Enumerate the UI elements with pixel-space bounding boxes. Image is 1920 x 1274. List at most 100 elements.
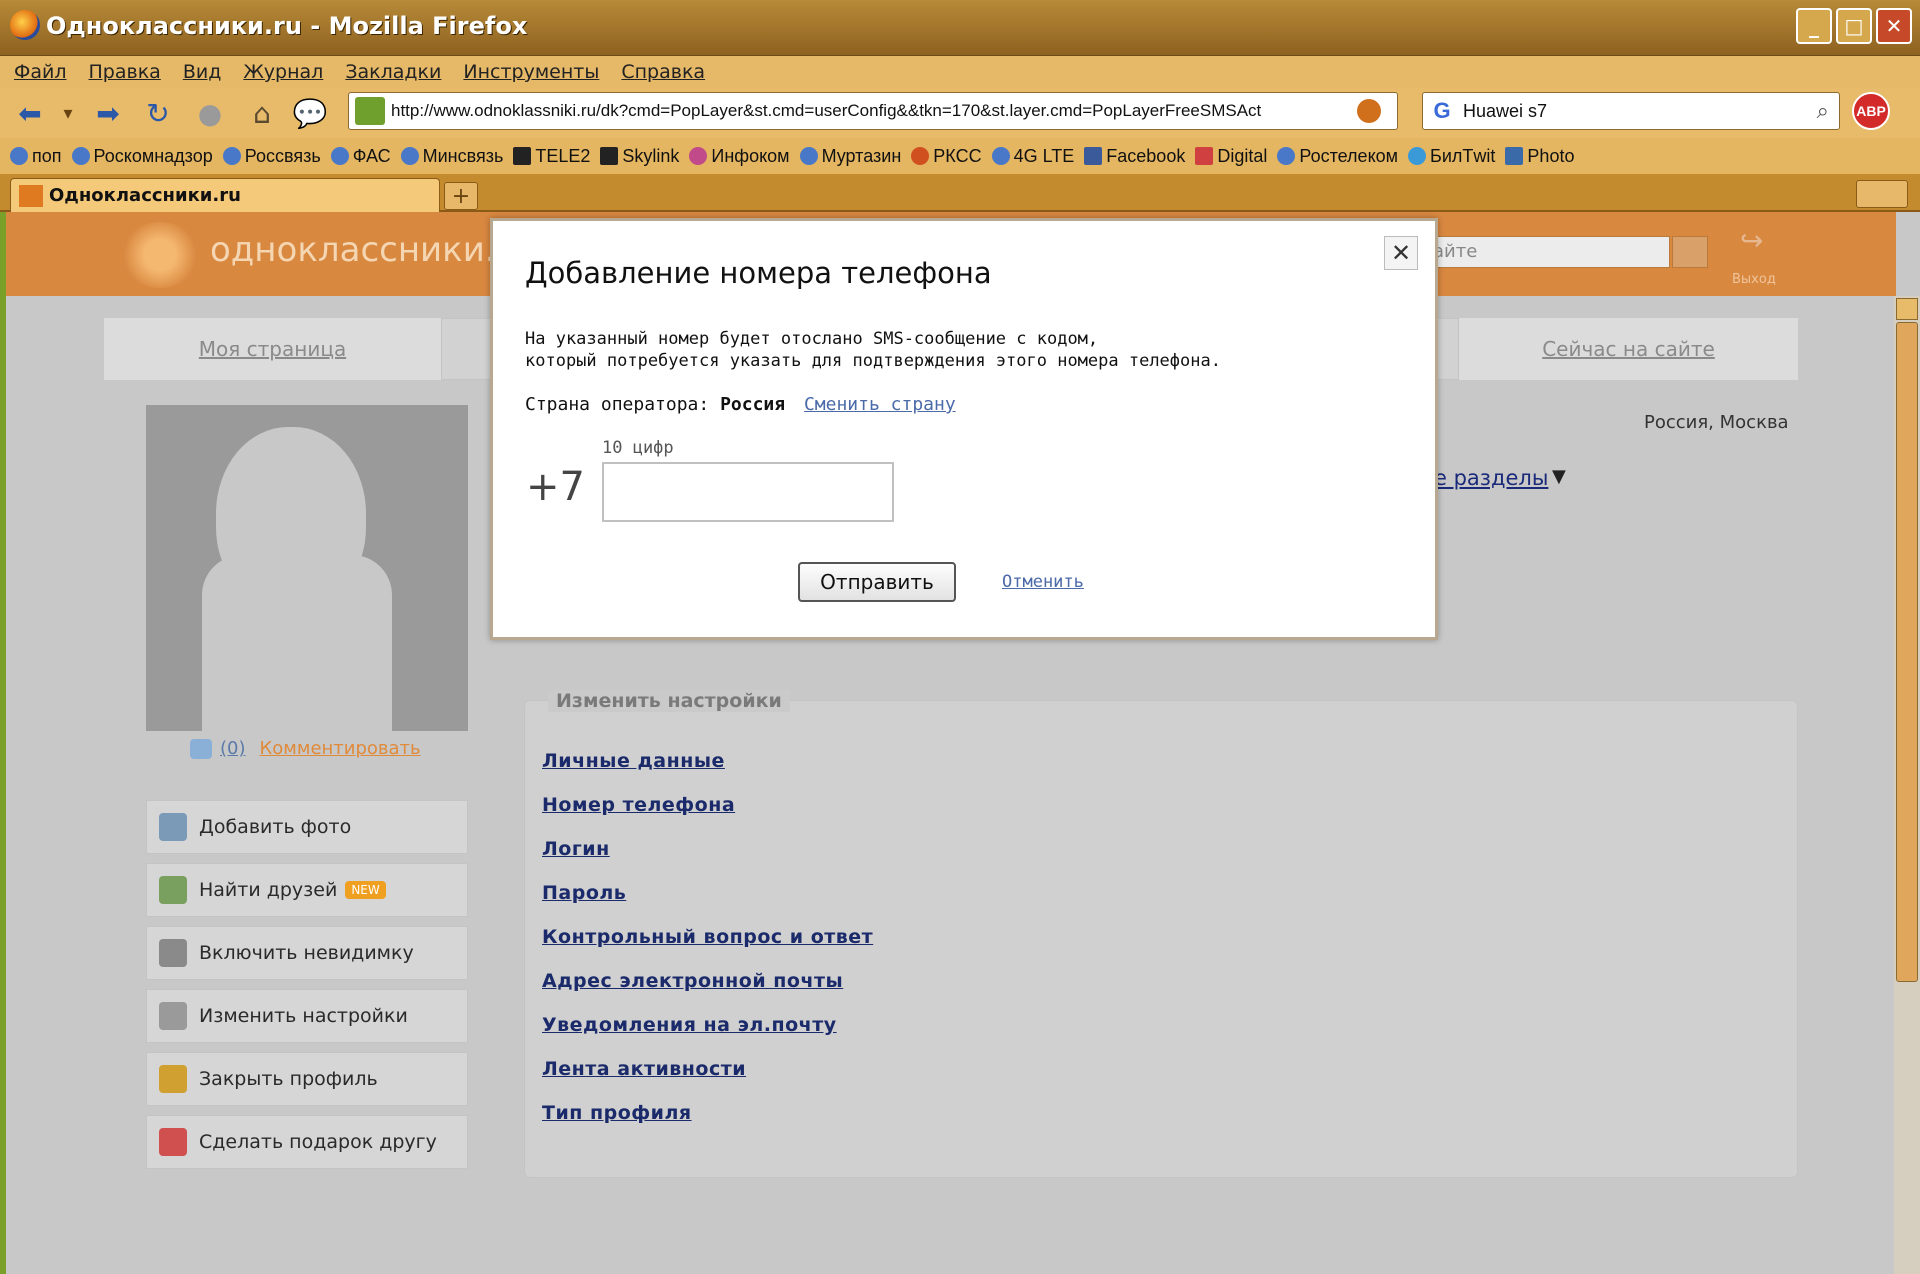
bookmark-item[interactable]: 4G LTE	[991, 146, 1074, 167]
close-profile-button[interactable]: Закрыть профиль	[146, 1052, 468, 1106]
bookmark-item[interactable]: БилТwit	[1408, 146, 1495, 167]
menu-edit[interactable]: Правка	[89, 61, 161, 83]
find-friends-button[interactable]: Найти друзей NEW	[146, 863, 468, 917]
site-logo-text[interactable]: одноклассники.ru	[210, 230, 531, 270]
tab-list-button[interactable]	[1856, 180, 1908, 208]
menu-help[interactable]: Справка	[621, 61, 705, 83]
tab-online-now-label[interactable]: Сейчас на сайте	[1542, 337, 1715, 361]
google-icon[interactable]: G	[1427, 96, 1457, 126]
bookmark-item[interactable]: Photo	[1505, 146, 1574, 167]
search-query[interactable]: Huawei s7	[1463, 101, 1547, 122]
bookmark-item[interactable]: РКСС	[911, 146, 982, 167]
send-gift-button[interactable]: Сделать подарок другу	[146, 1115, 468, 1169]
wrench-icon	[159, 1002, 187, 1030]
menu-file[interactable]: Файл	[14, 61, 67, 83]
search-go-icon[interactable]: ⌕	[1817, 99, 1829, 124]
menu-bar: Файл Правка Вид Журнал Закладки Инструме…	[0, 56, 1920, 88]
minimize-button[interactable]: _	[1796, 8, 1832, 44]
settings-link-security-question[interactable]: Контрольный вопрос и ответ	[542, 926, 873, 970]
bookmark-item[interactable]: Россвязь	[222, 146, 321, 167]
address-bar[interactable]: http://www.odnoklassniki.ru/dk?cmd=PopLa…	[348, 92, 1398, 130]
adblock-plus-icon[interactable]: ABP	[1852, 92, 1890, 130]
dialog-close-icon[interactable]: ✕	[1384, 236, 1418, 270]
bookmark-item[interactable]: ФАС	[330, 146, 391, 167]
home-icon[interactable]: ⌂	[244, 96, 280, 130]
address-url[interactable]: http://www.odnoklassniki.ru/dk?cmd=PopLa…	[391, 101, 1351, 121]
sections-dropdown-arrow[interactable]: ▼	[1552, 466, 1566, 487]
maximize-button[interactable]: □	[1836, 8, 1872, 44]
tab-title: Одноклассники.ru	[49, 185, 241, 206]
phone-number-input[interactable]	[602, 462, 894, 522]
site-search-button[interactable]	[1672, 236, 1708, 268]
bookmark-item[interactable]: Facebook	[1084, 146, 1185, 167]
bookmark-item[interactable]: Digital	[1195, 146, 1267, 167]
rss-icon[interactable]	[1357, 99, 1381, 123]
odnoklassniki-logo-icon[interactable]	[120, 222, 200, 288]
exit-arrow-icon[interactable]: ↪	[1740, 224, 1774, 257]
reload-icon[interactable]: ↻	[140, 96, 176, 130]
tab-my-page-label[interactable]: Моя страница	[199, 337, 346, 361]
menu-view[interactable]: Вид	[183, 61, 222, 83]
site-search-input[interactable]: айте	[1426, 236, 1670, 268]
bookmark-item[interactable]: поп	[10, 146, 62, 167]
scroll-up-button[interactable]	[1896, 298, 1918, 320]
settings-link-profile-type[interactable]: Тип профиля	[542, 1102, 873, 1146]
country-code-prefix: +7	[526, 464, 585, 510]
add-photo-label: Добавить фото	[199, 816, 352, 838]
comment-link[interactable]: Комментировать	[260, 738, 421, 759]
settings-link-phone[interactable]: Номер телефона	[542, 794, 873, 838]
menu-tools[interactable]: Инструменты	[463, 61, 599, 83]
comment-count[interactable]: (0)	[220, 738, 246, 759]
bookmark-icon	[330, 147, 349, 165]
tab-my-page[interactable]: Моя страница	[104, 318, 442, 380]
bookmark-item[interactable]: Муртазин	[799, 146, 901, 167]
sections-link[interactable]: е разделы	[1434, 466, 1548, 490]
settings-link-notifications[interactable]: Уведомления на эл.почту	[542, 1014, 873, 1058]
bookmark-item[interactable]: Инфоком	[689, 146, 790, 167]
history-dropdown-icon[interactable]: ▾	[56, 96, 80, 130]
bookmark-item[interactable]: Ростелеком	[1277, 146, 1398, 167]
menu-history[interactable]: Журнал	[243, 61, 323, 83]
invisible-mode-label: Включить невидимку	[199, 942, 414, 964]
bookmark-item[interactable]: Skylink	[600, 146, 679, 167]
tab-odnoklassniki[interactable]: Одноклассники.ru	[10, 178, 440, 212]
close-window-button[interactable]: ✕	[1876, 8, 1912, 44]
stop-icon[interactable]: ●	[192, 96, 228, 130]
bookmark-icon	[222, 147, 241, 165]
gift-icon	[159, 1128, 187, 1156]
change-settings-label: Изменить настройки	[199, 1005, 408, 1027]
change-settings-button[interactable]: Изменить настройки	[146, 989, 468, 1043]
bookmark-item[interactable]: Роскомнадзор	[71, 146, 213, 167]
new-tab-button[interactable]: +	[444, 182, 478, 210]
send-button[interactable]: Отправить	[798, 562, 956, 602]
settings-link-password[interactable]: Пароль	[542, 882, 873, 926]
phone-digits-hint: 10 цифр	[602, 438, 674, 458]
bookmark-item[interactable]: Минсвязь	[400, 146, 503, 167]
forward-arrow-icon[interactable]: ➡	[90, 96, 126, 130]
comment-bubble-icon	[190, 738, 212, 759]
close-profile-label: Закрыть профиль	[199, 1068, 378, 1090]
bookmark-icon	[689, 147, 708, 165]
settings-link-email[interactable]: Адрес электронной почты	[542, 970, 873, 1014]
dialog-description: На указанный номер будет отослано SMS-со…	[525, 329, 1221, 371]
cancel-link[interactable]: Отменить	[1002, 572, 1084, 592]
settings-link-login[interactable]: Логин	[542, 838, 873, 882]
exit-label[interactable]: Выход	[1732, 272, 1776, 287]
search-bar[interactable]: G Huawei s7 ⌕	[1422, 92, 1840, 130]
change-country-link[interactable]: Сменить страну	[804, 394, 956, 415]
window-titlebar: Одноклассники.ru - Mozilla Firefox _ □ ✕	[0, 0, 1920, 56]
avatar[interactable]	[146, 405, 468, 731]
scroll-thumb[interactable]	[1896, 322, 1918, 982]
add-photo-button[interactable]: Добавить фото	[146, 800, 468, 854]
settings-link-personal[interactable]: Личные данные	[542, 750, 873, 794]
invisible-mode-button[interactable]: Включить невидимку	[146, 926, 468, 980]
add-photo-icon	[159, 813, 187, 841]
operator-country: Страна оператора: Россия Сменить страну	[525, 394, 956, 415]
tab-online-now[interactable]: Сейчас на сайте	[1458, 318, 1798, 380]
settings-link-activity[interactable]: Лента активности	[542, 1058, 873, 1102]
menu-bookmarks[interactable]: Закладки	[345, 61, 441, 83]
bookmark-item[interactable]: TELE2	[513, 146, 590, 167]
chat-bubble-icon[interactable]: 💬	[292, 96, 328, 130]
side-menu: Добавить фото Найти друзей NEW Включить …	[146, 800, 468, 1178]
back-arrow-icon[interactable]: ⬅	[12, 96, 48, 130]
